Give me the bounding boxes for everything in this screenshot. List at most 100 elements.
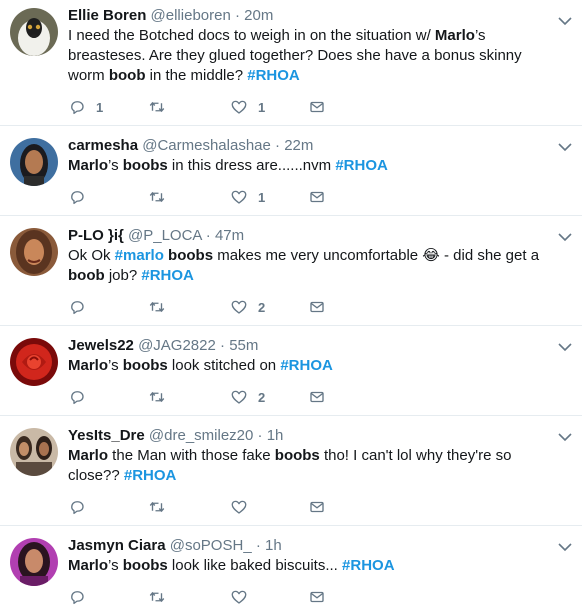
tweet[interactable]: YesIts_Dre @dre_smilez20 · 1h Marlo the … xyxy=(0,416,582,526)
tweet-time[interactable]: 20m xyxy=(244,7,273,24)
chevron-down-icon[interactable] xyxy=(558,229,572,242)
hashtag-link[interactable]: #RHOA xyxy=(124,467,177,484)
retweet-button[interactable] xyxy=(148,186,176,208)
author-handle[interactable]: @P_LOCA xyxy=(128,227,202,244)
direct-message-button[interactable] xyxy=(308,386,326,408)
tweet-time[interactable]: 47m xyxy=(215,227,244,244)
tweet-header: carmesha @Carmeshalashae · 22m xyxy=(68,126,552,156)
author-name[interactable]: Jewels22 xyxy=(68,337,134,354)
chevron-down-icon[interactable] xyxy=(558,139,572,152)
action-bar xyxy=(68,586,368,608)
highlighted-term: boobs xyxy=(168,247,214,264)
direct-message-button[interactable] xyxy=(308,296,326,318)
tweet-text-run: the Man with those fake xyxy=(108,447,275,464)
reply-count: 1 xyxy=(96,99,104,115)
hashtag-link[interactable]: #marlo xyxy=(115,247,164,264)
author-handle[interactable]: @ellieboren xyxy=(151,7,231,24)
timeline: Ellie Boren @ellieboren · 20m I need the… xyxy=(0,0,582,605)
reply-icon xyxy=(68,98,86,116)
action-bar: 1 xyxy=(68,186,368,208)
chevron-down-icon[interactable] xyxy=(558,339,572,352)
envelope-icon xyxy=(308,388,326,406)
woman-avatar-icon[interactable] xyxy=(10,538,58,586)
like-button[interactable] xyxy=(230,586,258,608)
reply-button[interactable] xyxy=(68,386,96,408)
tweet-header: Jewels22 @JAG2822 · 55m xyxy=(68,326,552,356)
reply-icon xyxy=(68,188,86,206)
tweet[interactable]: Jasmyn Ciara @soPOSH_ · 1h Marlo’s boobs… xyxy=(0,526,582,605)
author-name[interactable]: carmesha xyxy=(68,137,138,154)
chevron-down-icon[interactable] xyxy=(558,539,572,552)
highlighted-term: Marlo xyxy=(434,27,475,44)
separator-dot: · xyxy=(234,7,240,24)
chevron-down-icon[interactable] xyxy=(558,429,572,442)
hashtag-link[interactable]: #RHOA xyxy=(247,67,300,84)
tweet[interactable]: carmesha @Carmeshalashae · 22m Marlo’s b… xyxy=(0,126,582,216)
author-name[interactable]: YesIts_Dre xyxy=(68,427,145,444)
author-handle[interactable]: @soPOSH_ xyxy=(170,537,252,554)
reply-button[interactable] xyxy=(68,586,96,608)
retweet-icon xyxy=(148,188,166,206)
separator-dot: · xyxy=(205,227,211,244)
separator-dot: · xyxy=(275,137,281,154)
reply-button[interactable] xyxy=(68,296,96,318)
hashtag-link[interactable]: #RHOA xyxy=(280,357,333,374)
tweet-text: Ok Ok #marlo boobs makes me very uncomfo… xyxy=(68,246,552,286)
tweet[interactable]: Ellie Boren @ellieboren · 20m I need the… xyxy=(0,0,582,126)
retweet-button[interactable] xyxy=(148,386,176,408)
tweet-time[interactable]: 1h xyxy=(265,537,282,554)
hashtag-link[interactable]: #RHOA xyxy=(335,157,388,174)
like-button[interactable] xyxy=(230,496,258,518)
author-name[interactable]: Ellie Boren xyxy=(68,7,146,24)
direct-message-button[interactable] xyxy=(308,496,326,518)
direct-message-button[interactable] xyxy=(308,586,326,608)
like-button[interactable]: 2 xyxy=(230,296,265,318)
action-bar: 11 xyxy=(68,96,368,118)
like-button[interactable]: 1 xyxy=(230,96,265,118)
woman-avatar-icon[interactable] xyxy=(10,138,58,186)
tweet[interactable]: Jewels22 @JAG2822 · 55m Marlo’s boobs lo… xyxy=(0,326,582,416)
author-name[interactable]: Jasmyn Ciara xyxy=(68,537,166,554)
highlighted-term: Marlo xyxy=(68,157,109,174)
like-button[interactable]: 2 xyxy=(230,386,265,408)
retweet-button[interactable] xyxy=(148,96,176,118)
chevron-down-icon[interactable] xyxy=(558,13,572,26)
author-handle[interactable]: @dre_smilez20 xyxy=(149,427,253,444)
tweet-time[interactable]: 22m xyxy=(284,137,313,154)
tweet-text-run: in the middle? xyxy=(145,67,248,84)
woman-avatar-icon[interactable] xyxy=(10,228,58,276)
separator-dot: · xyxy=(257,427,263,444)
lemur-avatar-icon[interactable] xyxy=(10,8,58,56)
reply-button[interactable] xyxy=(68,496,96,518)
heart-icon xyxy=(230,388,248,406)
tweet-time[interactable]: 1h xyxy=(267,427,284,444)
highlighted-term: Marlo xyxy=(68,357,109,374)
hashtag-link[interactable]: #RHOA xyxy=(342,557,395,574)
tweet[interactable]: P-LO }i{ @P_LOCA · 47m Ok Ok #marlo boob… xyxy=(0,216,582,326)
reply-button[interactable]: 1 xyxy=(68,96,103,118)
tweet-header: YesIts_Dre @dre_smilez20 · 1h xyxy=(68,416,552,446)
heart-icon xyxy=(230,498,248,516)
retweet-button[interactable] xyxy=(148,586,176,608)
highlighted-term: boobs xyxy=(122,157,168,174)
group-avatar-icon[interactable] xyxy=(10,428,58,476)
hashtag-link[interactable]: #RHOA xyxy=(141,267,194,284)
tweet-text: Marlo the Man with those fake boobs tho!… xyxy=(68,446,552,486)
envelope-icon xyxy=(308,188,326,206)
author-handle[interactable]: @JAG2822 xyxy=(138,337,216,354)
tweet-header: P-LO }i{ @P_LOCA · 47m xyxy=(68,216,552,246)
tweet-text: Marlo’s boobs look like baked biscuits..… xyxy=(68,556,552,576)
tweet-text: I need the Botched docs to weigh in on t… xyxy=(68,26,552,86)
author-name[interactable]: P-LO }i{ xyxy=(68,227,124,244)
retweet-button[interactable] xyxy=(148,296,176,318)
reply-button[interactable] xyxy=(68,186,96,208)
tweet-time[interactable]: 55m xyxy=(229,337,258,354)
like-button[interactable]: 1 xyxy=(230,186,265,208)
rose-avatar-icon[interactable] xyxy=(10,338,58,386)
direct-message-button[interactable] xyxy=(308,96,326,118)
direct-message-button[interactable] xyxy=(308,186,326,208)
separator-dot: · xyxy=(220,337,226,354)
retweet-button[interactable] xyxy=(148,496,176,518)
author-handle[interactable]: @Carmeshalashae xyxy=(142,137,271,154)
tweet-text-run: in this dress are......nvm xyxy=(167,157,336,174)
